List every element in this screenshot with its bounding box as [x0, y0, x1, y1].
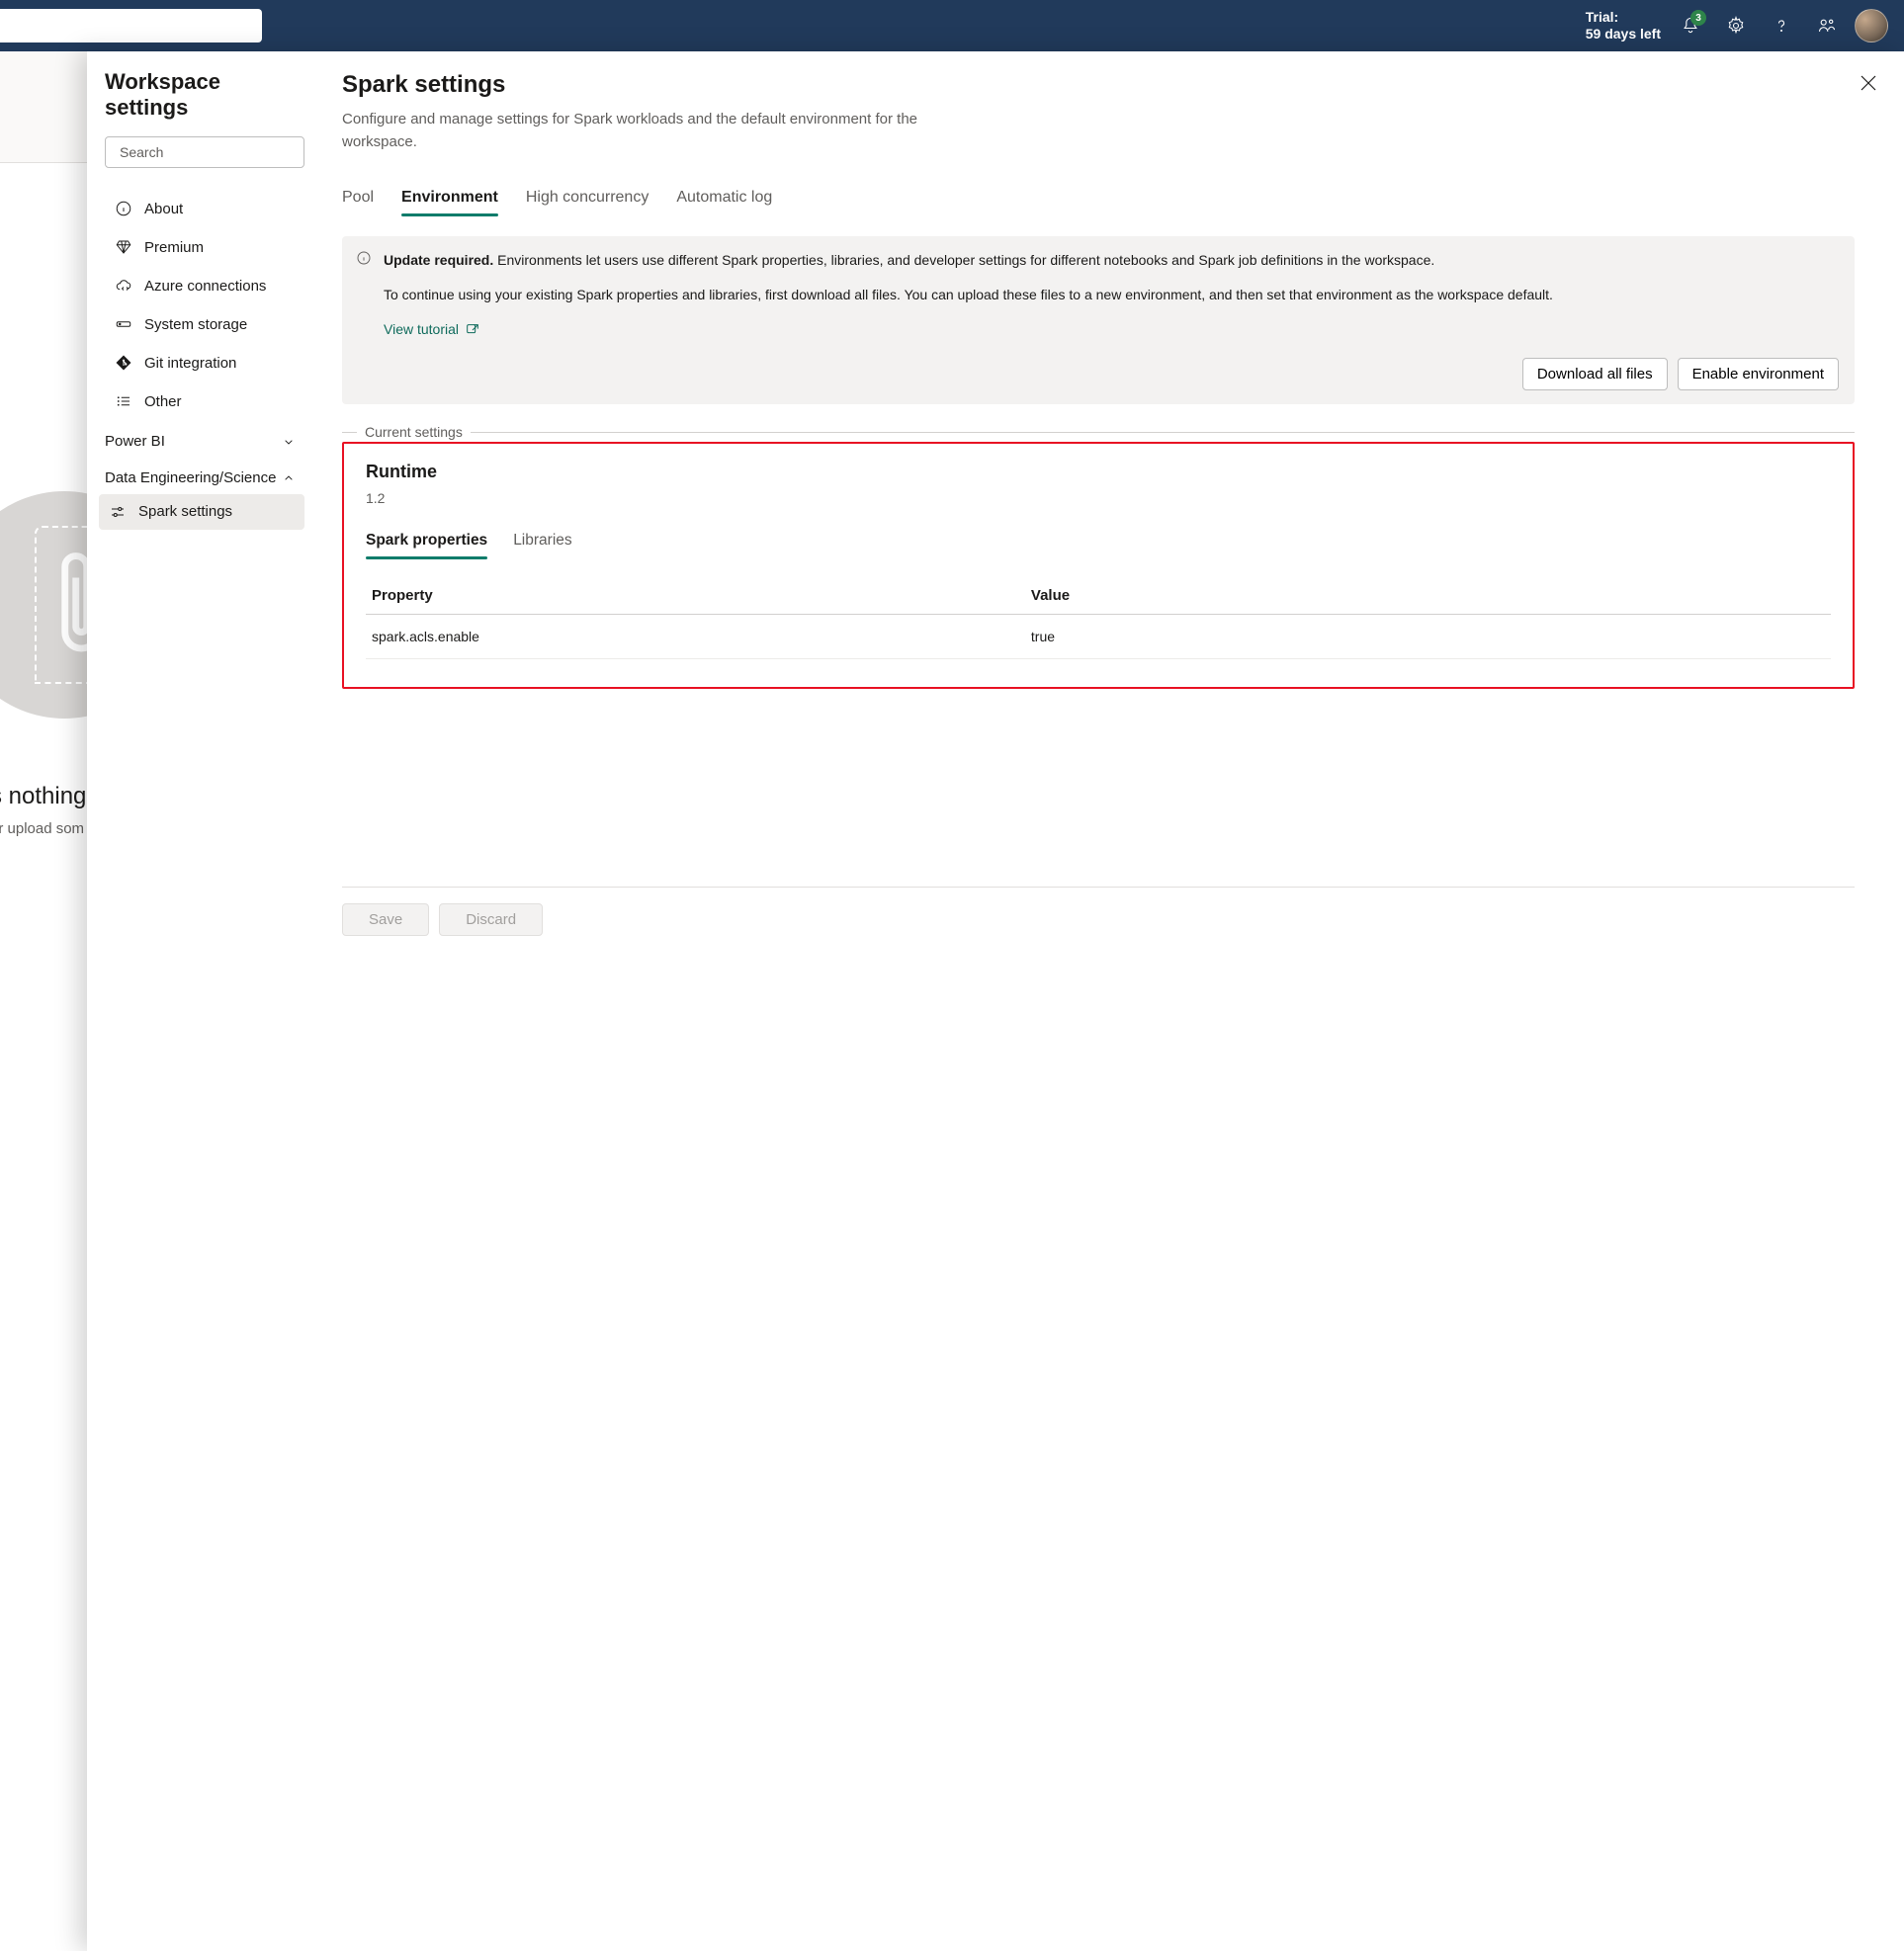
save-button: Save: [342, 903, 429, 936]
sidebar-item-spark-settings[interactable]: Spark settings: [99, 494, 304, 530]
runtime-version: 1.2: [366, 490, 1831, 506]
runtime-subtabs: Spark properties Libraries: [366, 528, 1831, 559]
sidebar-item-storage[interactable]: System storage: [105, 305, 304, 343]
tab-environment[interactable]: Environment: [401, 183, 498, 216]
sidebar-item-label: Git integration: [144, 355, 236, 372]
settings-main-content: Spark settings Configure and manage sett…: [316, 51, 1904, 1951]
settings-search[interactable]: [105, 136, 304, 168]
sidebar-group-data-engineering[interactable]: Data Engineering/Science: [105, 458, 304, 494]
view-tutorial-link[interactable]: View tutorial: [384, 319, 480, 340]
col-property: Property: [366, 577, 1025, 615]
banner-buttons: Download all files Enable environment: [384, 358, 1839, 390]
legend-label: Current settings: [357, 424, 471, 440]
link-label: View tutorial: [384, 319, 459, 340]
spark-properties-table: Property Value spark.acls.enable true: [366, 577, 1831, 659]
diamond-icon: [115, 238, 132, 256]
page-title: Spark settings: [342, 71, 1855, 99]
header-actions: 3: [1681, 16, 1837, 36]
sidebar-item-azure[interactable]: Azure connections: [105, 267, 304, 304]
sidebar-item-label: Spark settings: [138, 503, 232, 520]
cell-value: true: [1025, 615, 1831, 659]
trial-line1: Trial:: [1586, 9, 1661, 27]
notifications-icon[interactable]: 3: [1681, 16, 1700, 36]
footer-actions: Save Discard: [342, 887, 1855, 944]
settings-gear-icon[interactable]: [1726, 16, 1746, 36]
group-label: Power BI: [105, 433, 165, 452]
update-required-banner: Update required. Environments let users …: [342, 236, 1855, 404]
info-icon: [356, 250, 372, 266]
trial-line2: 59 days left: [1586, 26, 1661, 43]
sliders-icon: [109, 503, 127, 521]
runtime-title: Runtime: [366, 462, 1831, 482]
download-all-files-button[interactable]: Download all files: [1522, 358, 1668, 390]
sidebar-item-label: Other: [144, 393, 182, 410]
workspace-settings-panel: Workspace settings About Premium Azure c…: [87, 51, 1904, 1951]
list-icon: [115, 392, 132, 410]
external-link-icon: [465, 322, 480, 338]
enable-environment-button[interactable]: Enable environment: [1678, 358, 1839, 390]
tab-high-concurrency[interactable]: High concurrency: [526, 183, 649, 216]
account-manager-icon[interactable]: [1817, 16, 1837, 36]
banner-text-1: Environments let users use different Spa…: [493, 252, 1434, 268]
sidebar-item-about[interactable]: About: [105, 190, 304, 227]
info-icon: [115, 200, 132, 217]
cloud-icon: [115, 277, 132, 295]
group-label: Data Engineering/Science: [105, 469, 276, 488]
settings-sidebar: Workspace settings About Premium Azure c…: [87, 51, 316, 1951]
tab-pool[interactable]: Pool: [342, 183, 374, 216]
discard-button: Discard: [439, 903, 543, 936]
sidebar-item-label: System storage: [144, 316, 247, 333]
help-icon[interactable]: [1772, 16, 1791, 36]
main-tabs: Pool Environment High concurrency Automa…: [342, 183, 1855, 216]
runtime-highlight-box: Runtime 1.2 Spark properties Libraries P…: [342, 442, 1855, 689]
current-settings-legend: Current settings: [342, 424, 1855, 440]
banner-paragraph-2: To continue using your existing Spark pr…: [384, 285, 1839, 305]
banner-paragraph-1: Update required. Environments let users …: [384, 250, 1839, 271]
sidebar-item-label: Premium: [144, 239, 204, 256]
cell-property: spark.acls.enable: [366, 615, 1025, 659]
storage-icon: [115, 315, 132, 333]
tab-automatic-log[interactable]: Automatic log: [676, 183, 772, 216]
chevron-down-icon: [281, 434, 297, 450]
avatar[interactable]: [1855, 9, 1888, 42]
sidebar-item-other[interactable]: Other: [105, 382, 304, 420]
trial-status[interactable]: Trial: 59 days left: [1586, 9, 1661, 43]
col-value: Value: [1025, 577, 1831, 615]
sidebar-item-git[interactable]: Git integration: [105, 344, 304, 382]
sidebar-item-premium[interactable]: Premium: [105, 228, 304, 266]
sidebar-group-powerbi[interactable]: Power BI: [105, 421, 304, 458]
sidebar-item-label: About: [144, 201, 183, 217]
app-header: Trial: 59 days left 3: [0, 0, 1904, 51]
table-row: spark.acls.enable true: [366, 615, 1831, 659]
banner-strong: Update required.: [384, 252, 493, 268]
sidebar-item-label: Azure connections: [144, 278, 266, 295]
git-icon: [115, 354, 132, 372]
panel-title: Workspace settings: [105, 69, 304, 121]
global-search[interactable]: [0, 9, 262, 42]
notification-badge: 3: [1690, 10, 1706, 26]
search-input[interactable]: [120, 144, 299, 160]
subtab-libraries[interactable]: Libraries: [513, 528, 571, 559]
page-description: Configure and manage settings for Spark …: [342, 109, 975, 153]
subtab-spark-properties[interactable]: Spark properties: [366, 528, 487, 559]
chevron-up-icon: [281, 470, 297, 486]
